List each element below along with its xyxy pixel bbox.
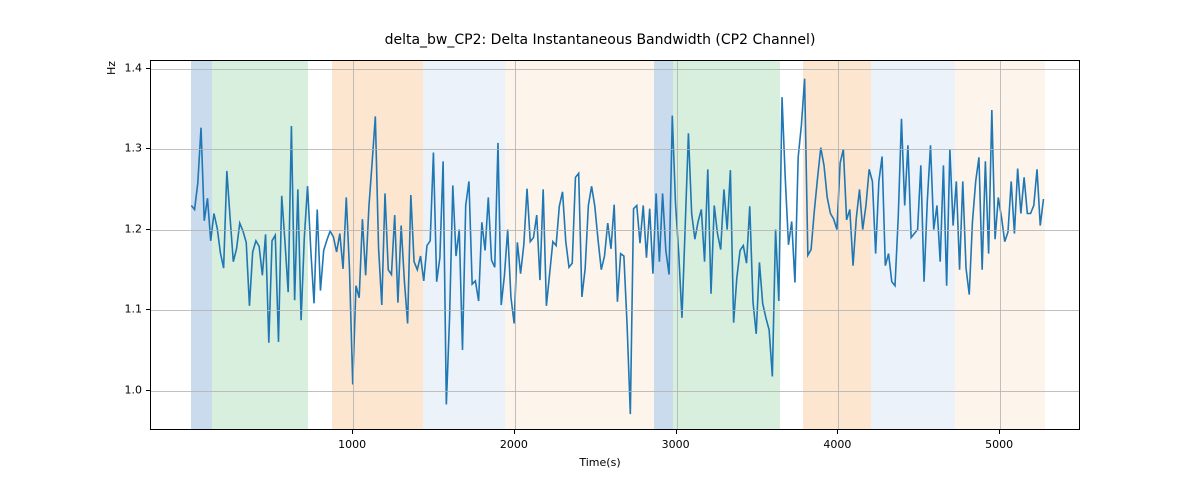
x-tick-label: 1000 — [338, 438, 366, 451]
gridline-vertical — [1000, 61, 1001, 429]
y-tick-label: 1.1 — [116, 303, 142, 316]
y-axis-label: Hz — [105, 0, 118, 253]
x-tick-mark — [676, 430, 677, 434]
gridline-horizontal — [151, 69, 1079, 70]
x-tick-mark — [352, 430, 353, 434]
plot-area — [151, 61, 1079, 429]
y-tick-mark — [146, 309, 150, 310]
chart-title: delta_bw_CP2: Delta Instantaneous Bandwi… — [0, 32, 1200, 48]
gridline-horizontal — [151, 149, 1079, 150]
gridline-horizontal — [151, 391, 1079, 392]
y-tick-label: 1.2 — [116, 222, 142, 235]
y-tick-mark — [146, 229, 150, 230]
y-tick-mark — [146, 148, 150, 149]
x-tick-mark — [837, 430, 838, 434]
x-tick-label: 2000 — [500, 438, 528, 451]
gridline-vertical — [353, 61, 354, 429]
x-tick-label: 3000 — [662, 438, 690, 451]
plot-axes — [150, 60, 1080, 430]
y-tick-mark — [146, 68, 150, 69]
line-series-svg — [151, 61, 1079, 429]
y-tick-label: 1.0 — [116, 383, 142, 396]
x-tick-mark — [999, 430, 1000, 434]
gridline-vertical — [515, 61, 516, 429]
gridline-vertical — [677, 61, 678, 429]
line-series — [191, 79, 1043, 414]
figure: delta_bw_CP2: Delta Instantaneous Bandwi… — [0, 0, 1200, 500]
y-tick-label: 1.3 — [116, 142, 142, 155]
x-tick-label: 4000 — [823, 438, 851, 451]
gridline-horizontal — [151, 310, 1079, 311]
x-axis-label: Time(s) — [0, 456, 1200, 469]
gridline-horizontal — [151, 230, 1079, 231]
x-tick-mark — [514, 430, 515, 434]
x-tick-label: 5000 — [985, 438, 1013, 451]
y-tick-mark — [146, 390, 150, 391]
gridline-vertical — [838, 61, 839, 429]
y-tick-label: 1.4 — [116, 62, 142, 75]
